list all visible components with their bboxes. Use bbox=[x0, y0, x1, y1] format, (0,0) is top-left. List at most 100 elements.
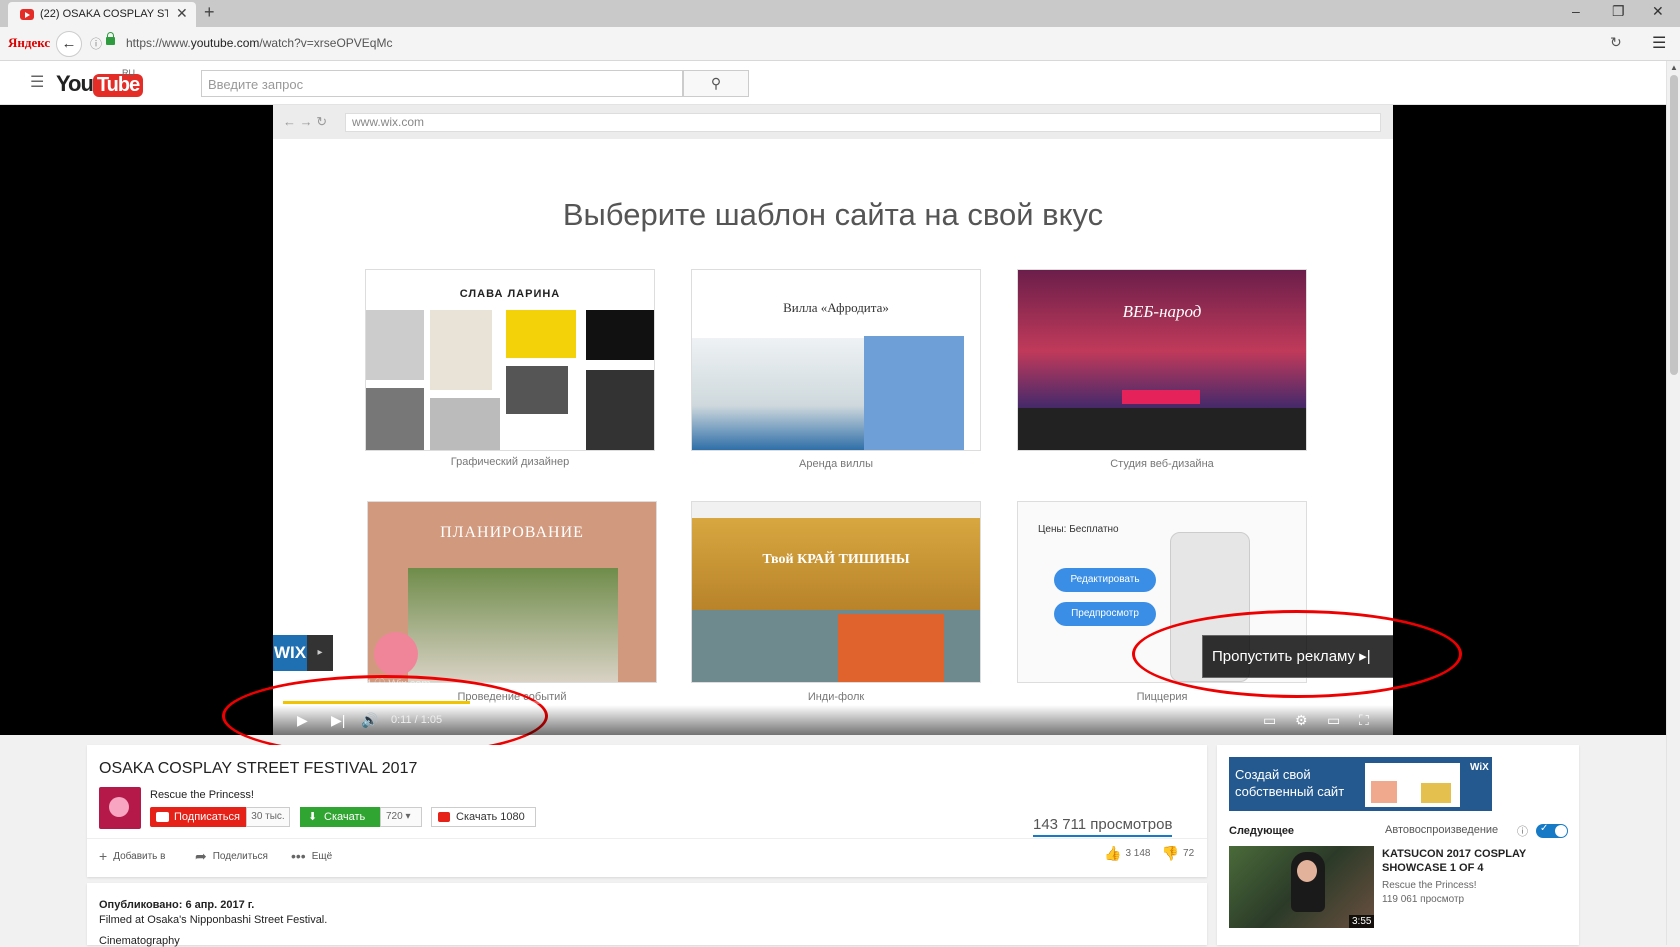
rec-title[interactable]: KATSUCON 2017 COSPLAY SHOWCASE 1 OF 4 bbox=[1382, 847, 1572, 875]
edit-pill: Редактировать bbox=[1054, 568, 1156, 592]
youtube-header: ☰ You Tube RU Введите запрос ⚲ bbox=[0, 61, 1680, 105]
template-caption: Аренда виллы bbox=[799, 458, 873, 470]
progress-fill bbox=[283, 701, 470, 704]
like-button[interactable]: 👍 3 148 bbox=[1104, 845, 1151, 861]
publish-date: Опубликовано: 6 апр. 2017 г. bbox=[99, 899, 255, 911]
wix-ad-badge[interactable]: WIX ▸ bbox=[273, 635, 333, 671]
ad-url: www.wix.com bbox=[345, 113, 1381, 132]
template-card-events: ПЛАНИРОВАНИЕ bbox=[368, 502, 656, 682]
progress-bar[interactable] bbox=[283, 701, 1383, 704]
theater-mode-icon[interactable]: ▭ bbox=[1327, 712, 1340, 729]
channel-avatar[interactable] bbox=[99, 787, 141, 829]
volume-icon[interactable]: 🔊 bbox=[361, 712, 378, 729]
lock-icon bbox=[106, 32, 115, 45]
close-window-icon[interactable]: ✕ bbox=[1652, 3, 1664, 20]
template-card-villa: Вилла «Афродита» bbox=[692, 270, 980, 450]
fullscreen-icon[interactable]: ⛶ bbox=[1359, 712, 1369, 729]
player-controls: ▶ ▶| 🔊 0:11 / 1:05 ▭ ⚙ ▭ ⛶ bbox=[273, 705, 1393, 735]
like-bar: 👍 3 148 👎 72 bbox=[1104, 845, 1194, 862]
browser-menu-icon[interactable]: ☰ bbox=[1652, 33, 1666, 53]
share-button[interactable]: ➦ Поделиться bbox=[195, 848, 268, 865]
dislike-button[interactable]: 👎 72 bbox=[1161, 845, 1195, 861]
rec-views: 119 061 просмотр bbox=[1382, 894, 1465, 905]
info-icon[interactable]: ⓘ bbox=[90, 35, 102, 52]
template-price: Цены: Бесплатно bbox=[1038, 524, 1119, 535]
more-button[interactable]: ••• Ещё bbox=[291, 848, 332, 864]
wix-ad-image bbox=[1365, 763, 1460, 807]
wix-banner-ad[interactable]: Создай свой собственный сайт WiX bbox=[1229, 757, 1492, 811]
wix-ad-logo: WiX bbox=[1470, 762, 1489, 773]
scroll-up-icon[interactable]: ▲ bbox=[1670, 63, 1678, 72]
video-title: OSAKA COSPLAY STREET FESTIVAL 2017 bbox=[99, 760, 418, 777]
wix-ad-text: Создай свой собственный сайт bbox=[1235, 767, 1345, 799]
highlight-ring-skip bbox=[1132, 610, 1462, 698]
autoplay-label: Автовоспроизведение bbox=[1385, 824, 1499, 836]
address-bar: Яндекс ← ⓘ https://www.youtube.com/watch… bbox=[0, 27, 1680, 61]
browser-tabbar: (22) OSAKA COSPLAY STREE ✕ + – ❐ ✕ bbox=[0, 0, 1680, 27]
like-count: 3 148 bbox=[1125, 848, 1151, 859]
subtitles-icon[interactable]: ▭ bbox=[1263, 712, 1276, 729]
play-icon[interactable]: ▶ bbox=[297, 712, 308, 729]
template-caption: Графический дизайнер bbox=[450, 456, 570, 468]
quality-select[interactable]: 720 ▾ bbox=[380, 807, 422, 827]
url-prefix: https://www. bbox=[126, 36, 191, 50]
wix-badge-logo: WIX bbox=[273, 643, 307, 662]
rec-channel: Rescue the Princess! bbox=[1382, 880, 1477, 891]
reload-icon[interactable]: ↻ bbox=[1610, 34, 1622, 51]
thumbs-up-icon: 👍 bbox=[1104, 845, 1122, 861]
template-name: Вилла «Афродита» bbox=[783, 300, 889, 315]
url-path: /watch?v=xrseOPVEqMc bbox=[259, 36, 393, 50]
plus-icon: + bbox=[99, 848, 108, 864]
settings-icon[interactable]: ⚙ bbox=[1295, 712, 1308, 729]
ad-headline: Выберите шаблон сайта на свой вкус bbox=[562, 197, 1104, 232]
template-name: СЛАВА ЛАРИНА bbox=[459, 288, 561, 300]
thumbs-down-icon: 👎 bbox=[1161, 845, 1180, 861]
new-tab-button[interactable]: + bbox=[204, 2, 215, 23]
minimize-icon[interactable]: – bbox=[1572, 3, 1580, 19]
download-1080-button[interactable]: Скачать 1080 bbox=[431, 807, 536, 827]
preview-pill: Предпросмотр bbox=[1054, 602, 1156, 626]
logo-tube: Tube bbox=[92, 74, 144, 97]
chevron-right-icon: ▸ bbox=[307, 635, 333, 671]
channel-name[interactable]: Rescue the Princess! bbox=[150, 789, 254, 801]
logo-you: You bbox=[56, 71, 94, 96]
add-to-button[interactable]: + Добавить в bbox=[99, 848, 165, 864]
rec-thumbnail[interactable]: 3:55 bbox=[1229, 846, 1374, 928]
subscriber-count: 30 тыс. bbox=[246, 807, 290, 827]
template-card-folk: Твой КРАЙ ТИШИНЫ bbox=[692, 502, 980, 682]
description-card: Опубликовано: 6 апр. 2017 г. Filmed at O… bbox=[87, 883, 1207, 947]
next-icon[interactable]: ▶| bbox=[331, 712, 345, 729]
back-button[interactable]: ← bbox=[56, 31, 82, 57]
rec-duration: 3:55 bbox=[1349, 915, 1374, 928]
video-info-card: OSAKA COSPLAY STREET FESTIVAL 2017 Rescu… bbox=[87, 745, 1207, 877]
youtube-favicon-icon bbox=[20, 9, 34, 20]
template-name: Твой КРАЙ ТИШИНЫ bbox=[762, 552, 910, 567]
ad-nav-icons: ← → ↻ bbox=[283, 114, 328, 129]
ad-browser-bar: ← → ↻ www.wix.com bbox=[273, 105, 1393, 139]
restore-icon[interactable]: ❐ bbox=[1612, 3, 1625, 20]
check-icon: ✓ bbox=[1540, 823, 1549, 834]
youtube-logo[interactable]: You Tube RU bbox=[56, 68, 144, 97]
divider bbox=[87, 838, 1207, 839]
template-name: ПЛАНИРОВАНИЕ bbox=[440, 524, 584, 541]
subscribe-button[interactable]: Подписаться bbox=[150, 807, 246, 827]
info-icon[interactable]: ⓘ bbox=[1517, 823, 1528, 839]
yandex-brand[interactable]: Яндекс bbox=[8, 35, 50, 51]
template-caption: Студия веб-дизайна bbox=[1110, 458, 1214, 470]
template-name: ВЕБ-народ bbox=[1122, 302, 1202, 321]
autoplay-toggle[interactable]: ✓ bbox=[1536, 823, 1568, 838]
search-placeholder: Введите запрос bbox=[208, 77, 304, 92]
guide-menu-icon[interactable]: ☰ bbox=[30, 72, 44, 92]
browser-tab[interactable]: (22) OSAKA COSPLAY STREE ✕ bbox=[8, 2, 196, 27]
search-input[interactable]: Введите запрос bbox=[201, 70, 683, 97]
add-to-label: Добавить в bbox=[113, 851, 166, 862]
video-player[interactable]: ← → ↻ www.wix.com Выберите шаблон сайта … bbox=[0, 105, 1666, 757]
tab-close-icon[interactable]: ✕ bbox=[176, 5, 188, 22]
page-scrollbar[interactable]: ▲ bbox=[1666, 61, 1680, 945]
url-domain: youtube.com bbox=[190, 36, 260, 50]
url-field[interactable]: https://www.youtube.com/watch?v=xrseOPVE… bbox=[126, 36, 392, 50]
share-icon: ➦ bbox=[195, 848, 207, 864]
download-button[interactable]: Скачать bbox=[300, 807, 380, 827]
scroll-thumb[interactable] bbox=[1670, 75, 1678, 375]
search-button[interactable]: ⚲ bbox=[683, 70, 749, 97]
